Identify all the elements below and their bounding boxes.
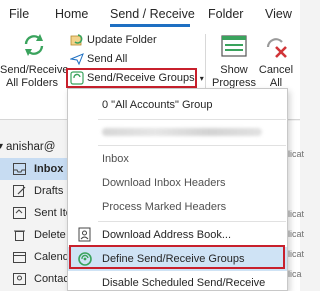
update-folder-button[interactable]: Update Folder (70, 33, 157, 47)
cancel-all-button[interactable]: Cancel All (256, 28, 296, 94)
cancel-all-line1: Cancel (258, 64, 294, 76)
show-progress-line1: Show (220, 64, 248, 76)
menu-item-account[interactable] (68, 120, 287, 144)
drafts-icon (13, 185, 26, 197)
send-receive-all-folders-button[interactable]: Send/Receive All Folders (0, 28, 69, 94)
message-fragment: licat (288, 209, 305, 219)
folder-deleted-items[interactable]: Delete (0, 224, 70, 246)
folder-contacts[interactable]: Contac (0, 268, 70, 290)
menu-item-all-accounts-group[interactable]: 0 "All Accounts" Group (68, 93, 287, 117)
calendar-icon (13, 252, 26, 263)
menu-item-label: Inbox (102, 153, 129, 165)
folder-inbox[interactable]: Inbox (0, 158, 70, 180)
active-tab-indicator (110, 24, 190, 27)
folder-label: Calend (34, 251, 69, 263)
folder-label: Inbox (34, 163, 64, 175)
message-fragment: licat (288, 249, 305, 259)
cancel-all-icon (266, 38, 287, 58)
tab-send-receive[interactable]: Send / Receive (110, 7, 195, 21)
send-all-button[interactable]: Send All (70, 52, 127, 66)
tab-view[interactable]: View (265, 7, 292, 21)
show-progress-button[interactable]: Show Progress (212, 28, 256, 94)
deleted-items-icon (14, 230, 25, 241)
update-folder-label: Update Folder (87, 34, 157, 46)
tab-folder[interactable]: Folder (208, 7, 243, 21)
contacts-icon (13, 273, 26, 285)
address-book-icon (78, 227, 91, 242)
update-folder-icon (70, 34, 83, 46)
inbox-icon (13, 163, 26, 175)
folder-pane: ▾ anishar@ Inbox Drafts Sent Ite Delete (0, 121, 72, 291)
menu-item-label: Disable Scheduled Send/Receive (102, 277, 266, 289)
folder-drafts[interactable]: Drafts (0, 180, 70, 202)
message-fragment: lica (288, 269, 302, 279)
collapse-account-icon[interactable]: ▾ (0, 141, 3, 152)
tab-home[interactable]: Home (55, 7, 88, 21)
folder-calendar[interactable]: Calend (0, 246, 70, 268)
show-progress-icon (221, 35, 247, 57)
folder-sent-items[interactable]: Sent Ite (0, 202, 72, 224)
account-name[interactable]: anishar@ (6, 141, 55, 153)
tab-file[interactable]: File (9, 7, 29, 21)
chevron-down-icon: ▾ (199, 74, 204, 83)
folder-label: Contac (34, 273, 69, 285)
menu-item-download-inbox-headers[interactable]: Download Inbox Headers (68, 171, 287, 195)
menu-item-download-address-book[interactable]: Download Address Book... (68, 223, 287, 247)
message-fragment: licat (288, 149, 305, 159)
menu-item-process-marked-headers[interactable]: Process Marked Headers (68, 195, 287, 219)
menu-separator (98, 145, 286, 146)
menu-item-label: 0 "All Accounts" Group (102, 99, 213, 111)
message-fragment: licat (288, 229, 305, 239)
send-receive-all-line1: Send/Receive (0, 64, 69, 76)
send-all-icon (70, 53, 84, 66)
folder-label: Delete (34, 229, 66, 241)
menu-item-label: Process Marked Headers (102, 201, 227, 213)
blurred-account-email (102, 128, 262, 136)
send-all-label: Send All (87, 53, 128, 65)
ribbon-tab-bar: File Home Send / Receive Folder View (0, 0, 300, 28)
send-receive-all-line2: All Folders (6, 77, 58, 89)
menu-item-label: Download Inbox Headers (102, 177, 226, 189)
menu-item-inbox[interactable]: Inbox (68, 147, 287, 171)
sync-arrows-icon (24, 34, 44, 56)
menu-item-label: Download Address Book... (102, 229, 232, 241)
menu-item-disable-scheduled[interactable]: Disable Scheduled Send/Receive (68, 271, 287, 291)
folder-label: Drafts (34, 185, 64, 197)
menu-separator (98, 221, 286, 222)
sent-items-icon (13, 207, 26, 219)
highlight-box-define-groups (69, 245, 285, 269)
highlight-box-groups (66, 68, 197, 88)
